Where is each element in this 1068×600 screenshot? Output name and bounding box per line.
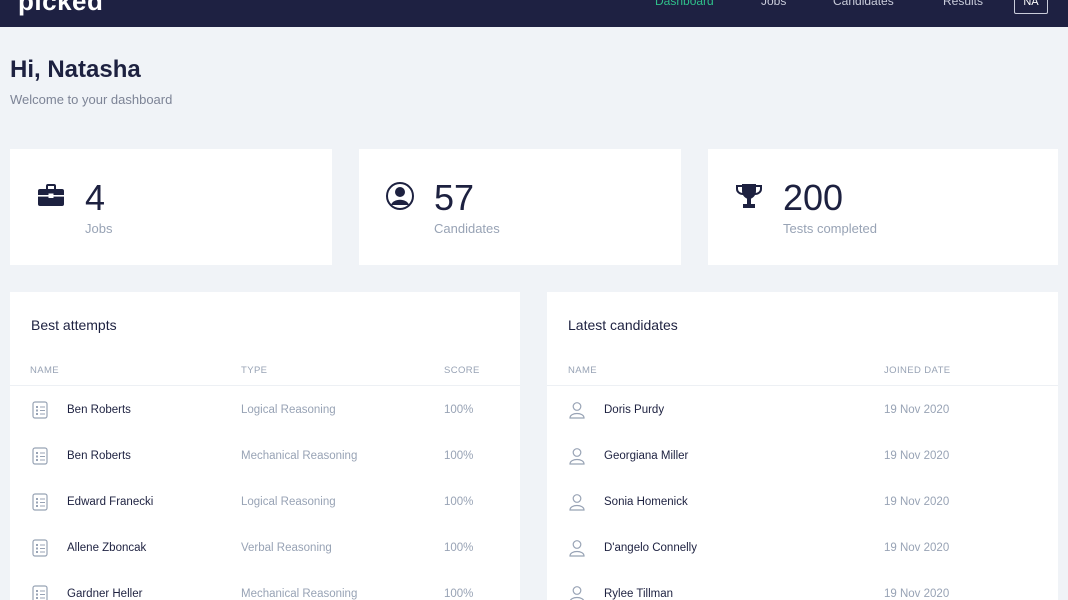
briefcase-icon: [38, 184, 64, 206]
stat-label: Candidates: [434, 221, 500, 236]
table-row[interactable]: Ben Roberts Mechanical Reasoning 100%: [10, 440, 520, 486]
nav-jobs[interactable]: Jobs: [761, 0, 786, 8]
stat-label: Tests completed: [783, 221, 877, 236]
cell-joined-date: 19 Nov 2020: [884, 450, 950, 462]
cell-type: Mechanical Reasoning: [241, 450, 358, 462]
cell-score: 100%: [444, 496, 474, 508]
cell-type: Logical Reasoning: [241, 404, 336, 416]
page-title: Hi, Natasha: [10, 56, 141, 83]
cell-score: 100%: [444, 404, 474, 416]
user-icon: [569, 494, 585, 511]
list-item[interactable]: Doris Purdy 19 Nov 2020: [547, 394, 1058, 440]
stat-card-tests[interactable]: 200 Tests completed: [708, 149, 1058, 265]
column-header-type[interactable]: Type: [241, 365, 267, 376]
cell-name: Sonia Homenick: [604, 496, 688, 508]
cell-name: Georgiana Miller: [604, 450, 689, 462]
page-subtitle: Welcome to your dashboard: [10, 92, 173, 107]
user-icon: [569, 540, 585, 557]
cell-name: Ben Roberts: [67, 404, 131, 416]
table-row[interactable]: Allene Zboncak Verbal Reasoning 100%: [10, 532, 520, 578]
cell-name: Ben Roberts: [67, 450, 131, 462]
cell-score: 100%: [444, 588, 474, 600]
stat-value: 200: [783, 177, 844, 218]
cell-joined-date: 19 Nov 2020: [884, 496, 950, 508]
test-sheet-icon: [32, 493, 48, 511]
app-logo[interactable]: picked: [18, 0, 103, 17]
user-icon: [569, 448, 585, 465]
user-circle-icon: [386, 182, 414, 210]
panel-title: Best attempts: [31, 317, 117, 333]
cell-joined-date: 19 Nov 2020: [884, 588, 950, 600]
stat-value: 57: [434, 177, 475, 218]
test-sheet-icon: [32, 585, 48, 600]
column-header-score[interactable]: Score: [444, 365, 480, 376]
top-navbar: picked Dashboard Jobs Candidates Results…: [0, 0, 1068, 27]
cell-type: Mechanical Reasoning: [241, 588, 358, 600]
table-row[interactable]: Gardner Heller Mechanical Reasoning 100%: [10, 578, 520, 600]
list-item[interactable]: Sonia Homenick 19 Nov 2020: [547, 486, 1058, 532]
nav-results[interactable]: Results: [943, 0, 983, 8]
cell-score: 100%: [444, 542, 474, 554]
user-avatar-button[interactable]: NA: [1014, 0, 1048, 14]
latest-candidates-panel: Latest candidates Name Joined date Doris…: [547, 292, 1058, 600]
stat-value: 4: [85, 177, 106, 218]
stat-card-candidates[interactable]: 57 Candidates: [359, 149, 681, 265]
table-row[interactable]: Edward Franecki Logical Reasoning 100%: [10, 486, 520, 532]
panel-title: Latest candidates: [568, 317, 678, 333]
cell-type: Verbal Reasoning: [241, 542, 332, 554]
trophy-icon: [736, 184, 762, 208]
nav-dashboard[interactable]: Dashboard: [655, 0, 714, 8]
best-attempts-panel: Best attempts Name Type Score Ben Robert…: [10, 292, 520, 600]
cell-name: Doris Purdy: [604, 404, 665, 416]
column-header-name[interactable]: Name: [568, 365, 597, 376]
cell-joined-date: 19 Nov 2020: [884, 542, 950, 554]
test-sheet-icon: [32, 447, 48, 465]
cell-name: D'angelo Connelly: [604, 542, 697, 554]
column-header-joined-date[interactable]: Joined date: [884, 365, 951, 376]
test-sheet-icon: [32, 539, 48, 557]
stat-label: Jobs: [85, 221, 113, 236]
user-icon: [569, 402, 585, 419]
column-header-name[interactable]: Name: [30, 365, 59, 376]
nav-candidates[interactable]: Candidates: [833, 0, 894, 8]
stat-card-jobs[interactable]: 4 Jobs: [10, 149, 332, 265]
divider: [547, 385, 1058, 386]
divider: [10, 385, 520, 386]
cell-score: 100%: [444, 450, 474, 462]
cell-name: Rylee Tillman: [604, 588, 674, 600]
list-item[interactable]: Georgiana Miller 19 Nov 2020: [547, 440, 1058, 486]
cell-name: Allene Zboncak: [67, 542, 147, 554]
test-sheet-icon: [32, 401, 48, 419]
list-item[interactable]: D'angelo Connelly 19 Nov 2020: [547, 532, 1058, 578]
cell-type: Logical Reasoning: [241, 496, 336, 508]
list-item[interactable]: Rylee Tillman 19 Nov 2020: [547, 578, 1058, 600]
cell-joined-date: 19 Nov 2020: [884, 404, 950, 416]
cell-name: Gardner Heller: [67, 588, 143, 600]
table-row[interactable]: Ben Roberts Logical Reasoning 100%: [10, 394, 520, 440]
cell-name: Edward Franecki: [67, 496, 154, 508]
user-icon: [569, 586, 585, 600]
